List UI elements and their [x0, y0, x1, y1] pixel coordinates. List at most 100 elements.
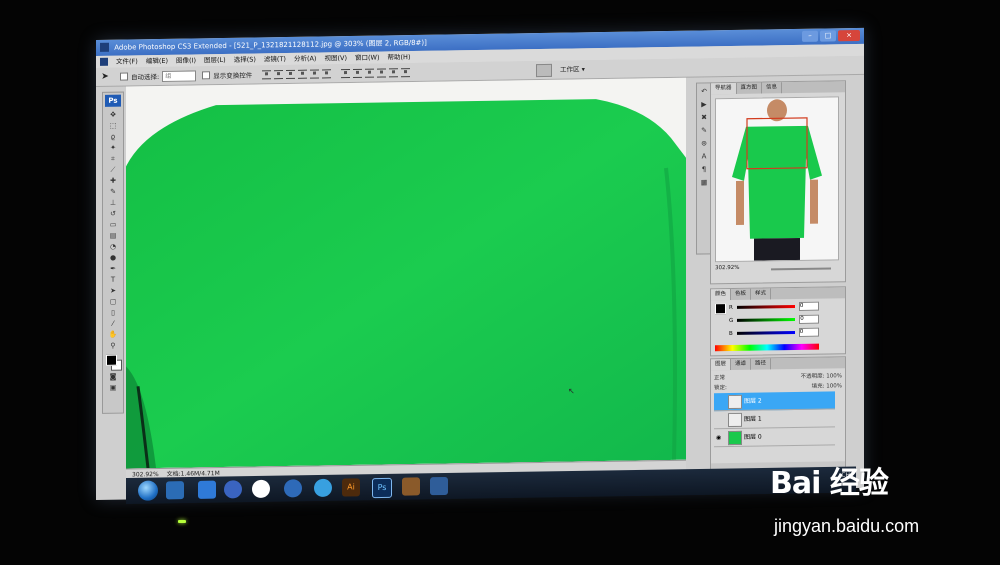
pen-tool-icon[interactable]: ✒ — [105, 264, 121, 274]
tab-styles[interactable]: 样式 — [751, 288, 772, 300]
layer-comps-icon[interactable]: ▦ — [699, 178, 709, 187]
start-button[interactable] — [138, 480, 158, 501]
distribute-left-icon[interactable] — [377, 67, 387, 78]
illustrator-icon[interactable]: Ai — [342, 478, 360, 497]
menu-layer[interactable]: 图层(L) — [200, 54, 230, 66]
menu-help[interactable]: 帮助(H) — [384, 51, 415, 63]
magic-wand-icon[interactable]: ✦ — [105, 143, 121, 153]
character-panel-icon[interactable]: A — [699, 152, 709, 161]
move-tool-icon[interactable]: ✥ — [105, 110, 121, 120]
close-button[interactable]: × — [838, 29, 860, 42]
screen-mode-icon[interactable]: ▣ — [105, 383, 121, 393]
distribute-bottom-icon[interactable] — [365, 68, 375, 78]
healing-brush-icon[interactable]: ✚ — [105, 176, 121, 186]
menu-file[interactable]: 文件(F) — [112, 55, 142, 67]
opacity-input[interactable]: 100% — [826, 373, 842, 379]
tab-histogram[interactable]: 直方图 — [736, 82, 763, 94]
notes-tool-icon[interactable]: ▯ — [105, 308, 121, 318]
shape-tool-icon[interactable]: ▢ — [105, 297, 121, 307]
color-foreground-swatch[interactable] — [715, 303, 726, 315]
menu-edit[interactable]: 编辑(E) — [142, 55, 172, 67]
path-select-icon[interactable]: ➤ — [105, 286, 121, 296]
tab-layers[interactable]: 图层 — [711, 359, 732, 371]
menu-analysis[interactable]: 分析(A) — [290, 52, 321, 64]
history-panel-icon[interactable]: ↶ — [699, 87, 709, 96]
marquee-tool-icon[interactable]: ⬚ — [105, 121, 121, 131]
distribute-top-icon[interactable] — [341, 68, 351, 78]
image-viewer-icon[interactable] — [402, 477, 420, 496]
distribute-middle-icon[interactable] — [353, 68, 363, 78]
eraser-tool-icon[interactable]: ▭ — [105, 220, 121, 230]
align-left-icon[interactable] — [298, 69, 308, 79]
menu-image[interactable]: 图像(I) — [172, 54, 200, 66]
align-middle-icon[interactable] — [274, 69, 284, 79]
document-canvas[interactable]: ↖ — [126, 77, 686, 469]
move-tool-icon[interactable]: ➤ — [96, 72, 114, 82]
python-icon[interactable] — [166, 481, 184, 500]
r-slider[interactable] — [736, 305, 795, 309]
navigator-thumbnail[interactable] — [715, 96, 839, 263]
layer-row-0[interactable]: ◉ 图层 0 — [714, 427, 835, 448]
g-slider[interactable] — [737, 318, 796, 322]
g-value-input[interactable]: 0 — [799, 314, 820, 324]
crop-tool-icon[interactable]: ⌗ — [105, 154, 121, 164]
brush-tool-icon[interactable]: ✎ — [105, 187, 121, 197]
r-value-input[interactable]: 0 — [798, 301, 819, 311]
tab-channels[interactable]: 通道 — [731, 358, 752, 371]
dodge-tool-icon[interactable]: ● — [105, 253, 121, 263]
photoshop-taskbar-icon[interactable]: Ps — [372, 477, 392, 499]
auto-select-checkbox[interactable] — [120, 72, 128, 81]
b-value-input[interactable]: 0 — [798, 327, 819, 337]
menu-view[interactable]: 视图(V) — [320, 52, 351, 64]
brushes-panel-icon[interactable]: ✎ — [699, 126, 709, 135]
navigator-zoom-slider[interactable] — [771, 267, 831, 271]
align-right-icon[interactable] — [322, 68, 332, 78]
eyedropper-icon[interactable]: ⁄ — [105, 319, 121, 329]
workspace-dropdown[interactable]: 工作区 ▾ — [560, 63, 585, 73]
history-brush-icon[interactable]: ↺ — [105, 209, 121, 219]
layer-row-1[interactable]: 图层 1 — [714, 409, 835, 430]
distribute-center-icon[interactable] — [389, 67, 399, 77]
navigator-zoom[interactable]: 302.92% — [715, 265, 739, 271]
slice-tool-icon[interactable]: ⟋ — [105, 165, 121, 175]
tab-swatches[interactable]: 色板 — [731, 288, 752, 301]
maximize-button[interactable]: □ — [820, 30, 836, 42]
distribute-right-icon[interactable] — [401, 67, 411, 77]
color-swatches[interactable] — [104, 354, 122, 371]
tool-presets-icon[interactable]: ✖ — [699, 113, 709, 122]
browser-icon[interactable] — [224, 480, 242, 499]
lasso-tool-icon[interactable]: ϱ — [105, 132, 121, 142]
gradient-tool-icon[interactable]: ▤ — [105, 231, 121, 241]
window-app-icon[interactable] — [430, 476, 448, 496]
tab-paths[interactable]: 路径 — [751, 358, 772, 370]
auto-select-dropdown[interactable]: 组 — [162, 69, 197, 82]
clone-stamp-icon[interactable]: ⊥ — [105, 198, 121, 208]
b-slider[interactable] — [736, 331, 795, 335]
blur-tool-icon[interactable]: ◔ — [105, 242, 121, 252]
tab-color[interactable]: 颜色 — [711, 289, 732, 301]
menu-select[interactable]: 选择(S) — [230, 53, 260, 65]
clone-source-icon[interactable]: ⊛ — [699, 139, 709, 148]
align-bottom-icon[interactable] — [286, 69, 296, 79]
eye-icon[interactable]: ◉ — [716, 429, 721, 446]
menu-filter[interactable]: 滤镜(T) — [260, 53, 290, 65]
type-tool-icon[interactable]: T — [105, 275, 121, 285]
app-icon[interactable] — [284, 479, 302, 498]
menu-window[interactable]: 窗口(W) — [351, 51, 384, 64]
layer-row-2[interactable]: 图层 2 — [714, 391, 835, 412]
color-spectrum-ramp[interactable] — [715, 343, 819, 352]
zoom-tool-icon[interactable]: ⚲ — [105, 341, 121, 351]
tab-navigator[interactable]: 导航器 — [711, 82, 737, 95]
align-top-icon[interactable] — [262, 69, 272, 79]
show-transform-checkbox[interactable] — [202, 71, 211, 80]
align-center-icon[interactable] — [310, 68, 320, 79]
minimize-button[interactable]: – — [802, 30, 818, 42]
fill-input[interactable]: 100% — [826, 383, 842, 389]
tab-info[interactable]: 信息 — [762, 82, 783, 94]
app-icon[interactable] — [198, 480, 216, 499]
k-app-icon[interactable] — [314, 478, 332, 498]
quick-mask-icon[interactable]: ◙ — [105, 372, 121, 382]
actions-panel-icon[interactable]: ▶ — [699, 100, 709, 109]
foreground-color-swatch[interactable] — [106, 354, 117, 366]
media-player-icon[interactable] — [252, 479, 270, 499]
